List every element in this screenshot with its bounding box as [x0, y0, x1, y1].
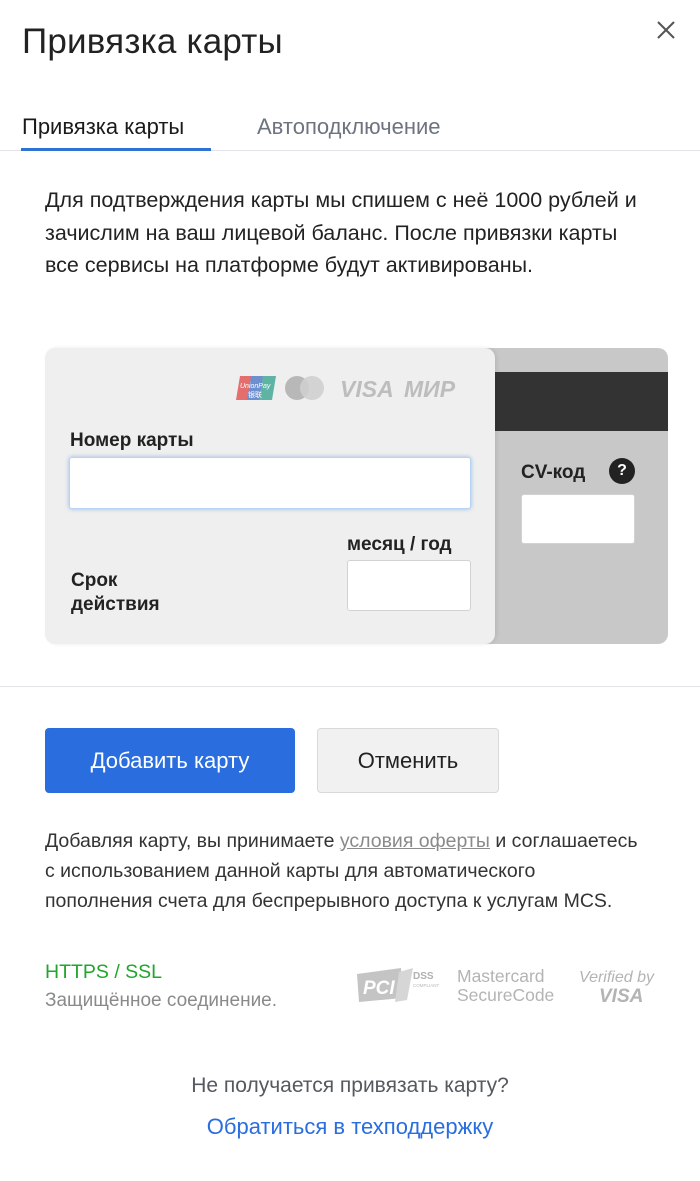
- unionpay-logo: UnionPay 银联: [236, 376, 276, 400]
- tab-bar: Привязка карты Автоподключение: [0, 108, 700, 151]
- pci-dss-badge: PCI DSS COMPLIANT: [357, 968, 440, 1002]
- expiry-input[interactable]: [347, 560, 471, 611]
- dialog-title: Привязка карты: [22, 22, 283, 61]
- offer-terms-link[interactable]: условия оферты: [340, 830, 490, 852]
- verified-by-visa-badge: Verified by VISA: [579, 969, 655, 1007]
- visa-logo: VISA: [340, 376, 394, 402]
- svg-text:银联: 银联: [248, 390, 262, 399]
- intro-text: Для подтверждения карты мы спишем с неё …: [45, 188, 637, 277]
- svg-text:PCI: PCI: [363, 978, 395, 999]
- divider: [0, 686, 700, 687]
- card-number-input[interactable]: [69, 457, 471, 509]
- https-label: HTTPS / SSL: [45, 961, 163, 983]
- payment-logos: UnionPay 银联 VISA МИР: [236, 376, 456, 402]
- magnetic-stripe: [470, 372, 668, 431]
- svg-text:VISA: VISA: [599, 986, 643, 1007]
- terms-text: Добавляя карту, вы принимаете условия оф…: [45, 826, 645, 916]
- svg-text:UnionPay: UnionPay: [240, 383, 271, 390]
- secure-connection-text: Защищённое соединение.: [45, 990, 278, 1011]
- svg-text:DSS: DSS: [413, 971, 434, 982]
- expiry-format-label: месяц / год: [347, 534, 452, 555]
- mastercard-logo: [285, 376, 324, 400]
- cvc-input[interactable]: [521, 494, 635, 544]
- tab-card-binding[interactable]: Привязка карты: [22, 114, 184, 140]
- mastercard-securecode-badge: Mastercard SecureCode: [457, 966, 554, 1005]
- cvc-label: CV-код: [521, 462, 586, 483]
- tab-autopay[interactable]: Автоподключение: [257, 114, 441, 140]
- close-icon[interactable]: [654, 18, 678, 42]
- security-badges: PCI DSS COMPLIANT Mastercard SecureCode …: [357, 966, 655, 1007]
- help-question: Не получается привязать карту?: [191, 1074, 509, 1097]
- svg-text:Verified by: Verified by: [579, 969, 655, 986]
- expiry-label: Срок действия: [71, 570, 160, 615]
- terms-text-before: Добавляя карту, вы принимаете: [45, 830, 340, 852]
- active-tab-indicator: [21, 148, 211, 151]
- cancel-button[interactable]: Отменить: [317, 728, 499, 793]
- svg-text:SecureCode: SecureCode: [457, 985, 554, 1005]
- svg-text:COMPLIANT: COMPLIANT: [413, 983, 440, 988]
- svg-text:Mastercard: Mastercard: [457, 966, 545, 986]
- mir-logo: МИР: [404, 376, 456, 402]
- help-icon[interactable]: ?: [609, 458, 635, 484]
- add-card-button[interactable]: Добавить карту: [45, 728, 295, 793]
- card-number-label: Номер карты: [70, 430, 194, 451]
- support-link[interactable]: Обратиться в техподдержку: [0, 1114, 700, 1140]
